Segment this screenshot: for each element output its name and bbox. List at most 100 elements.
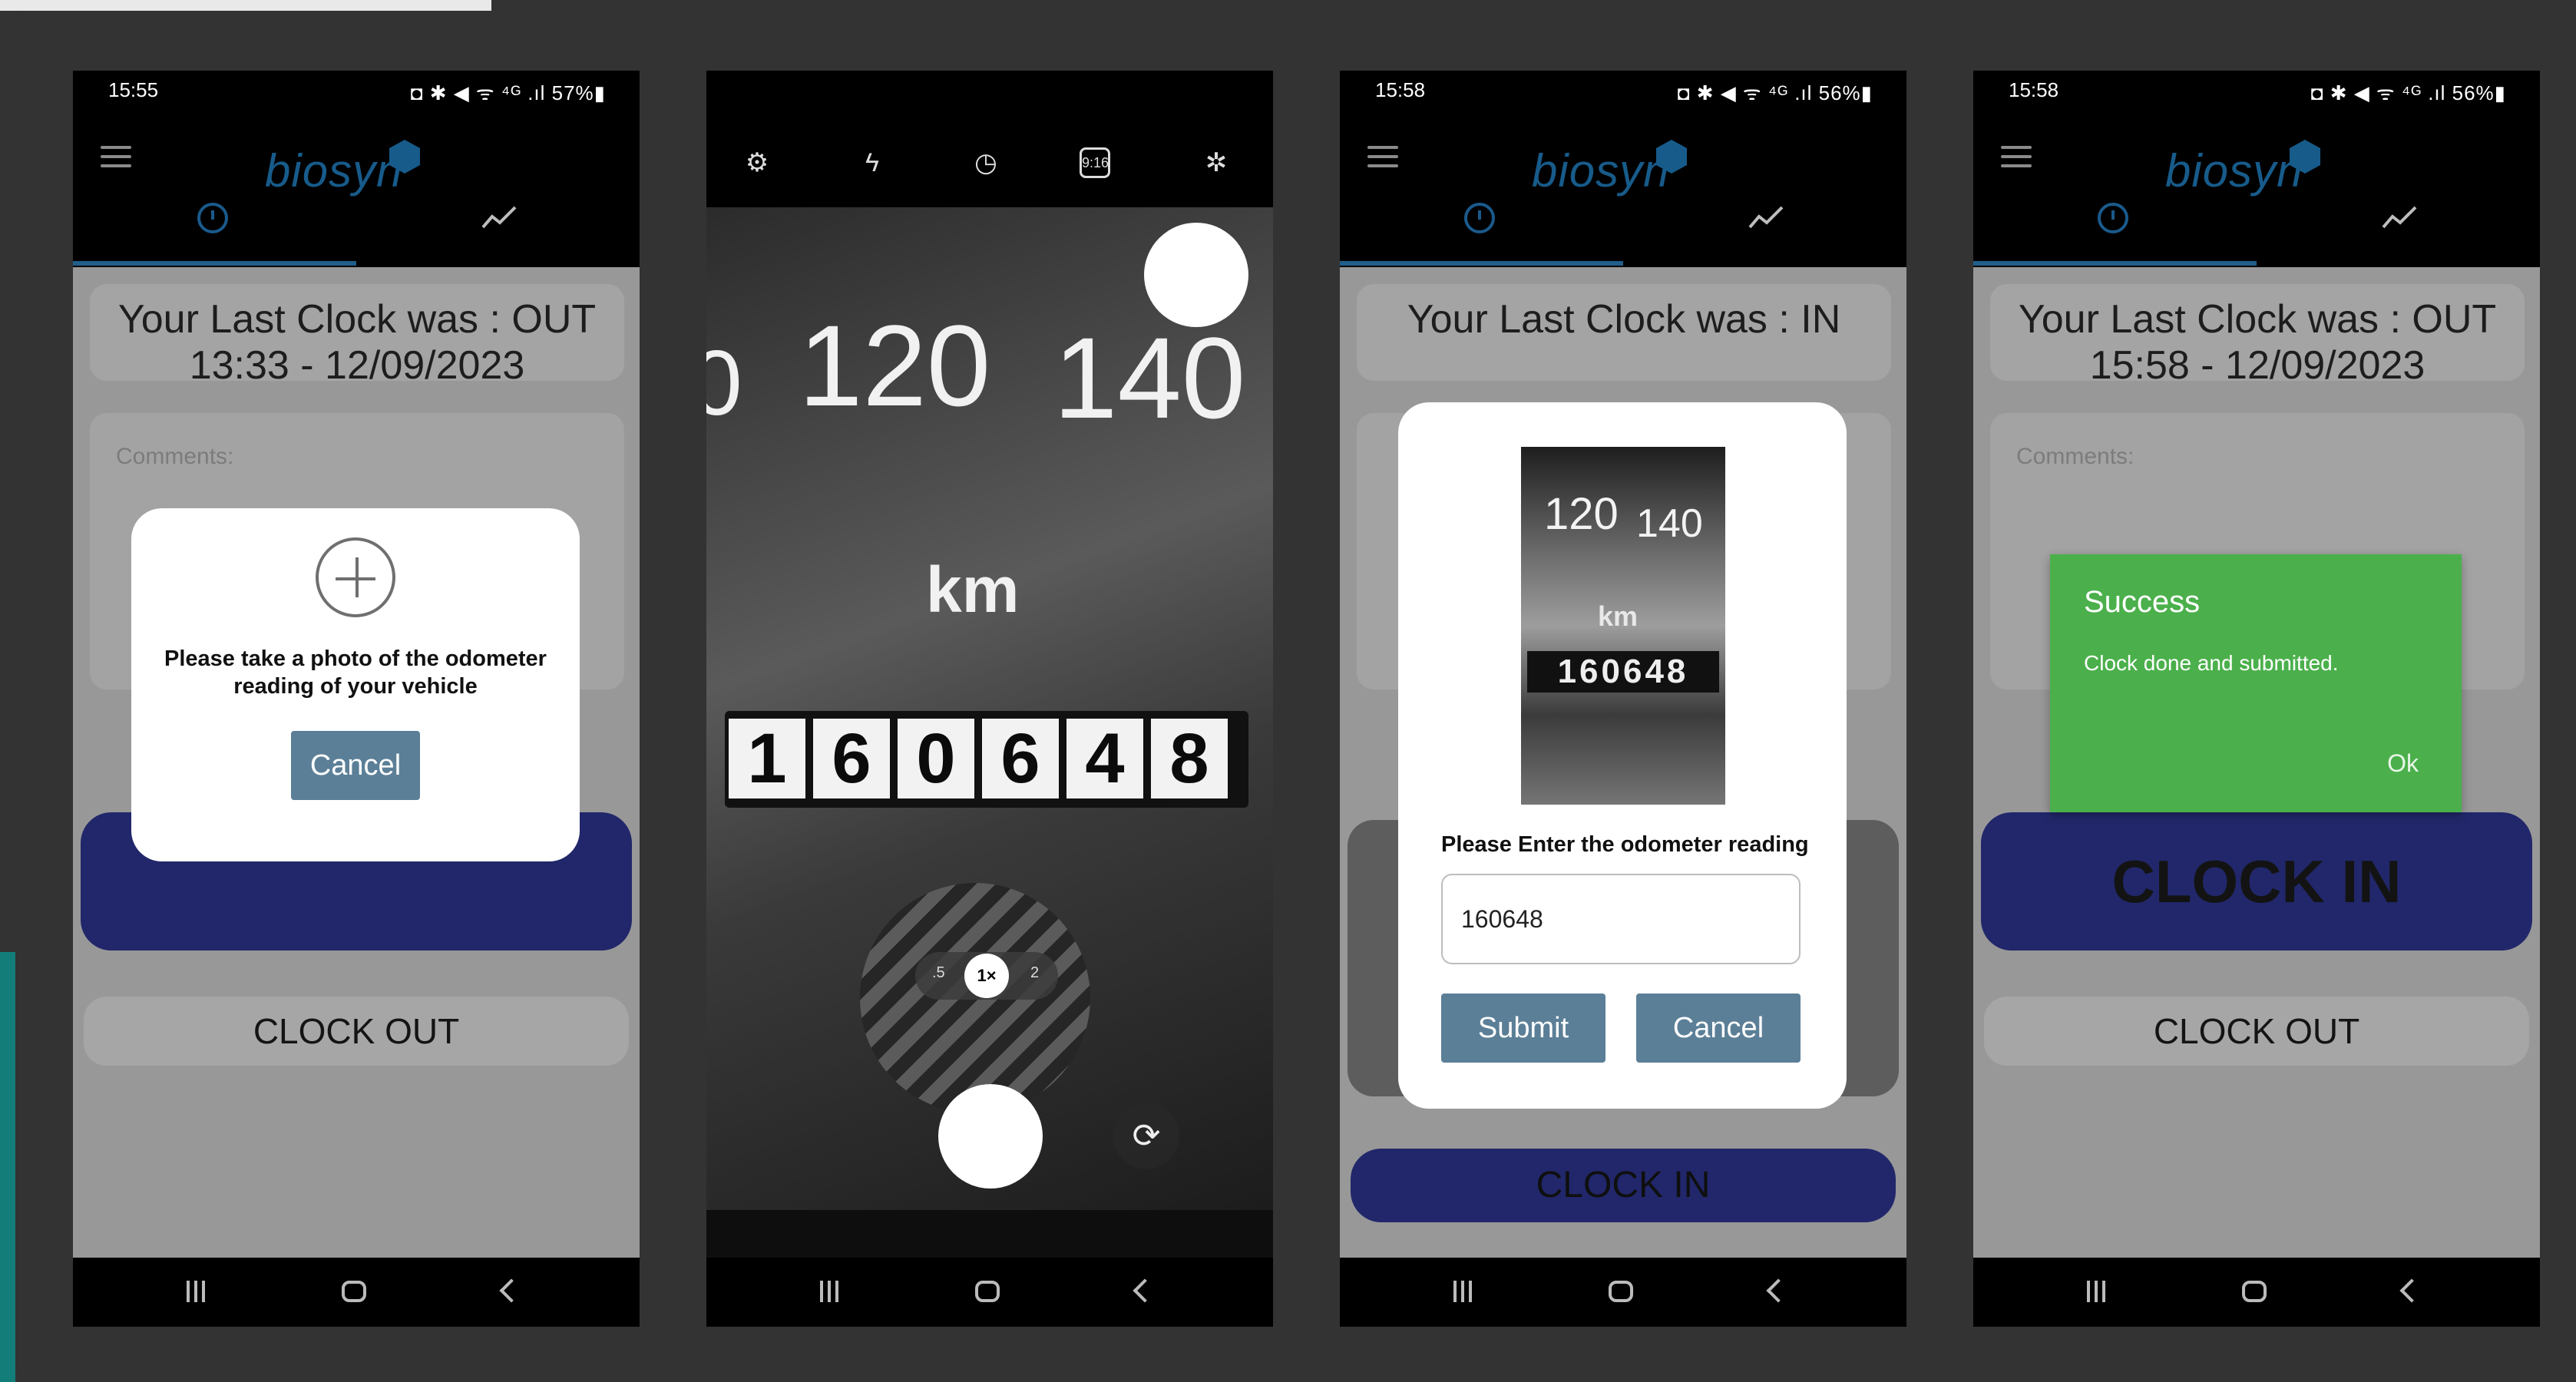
- odometer-digit: 6: [982, 719, 1059, 798]
- status-bar: 15:58 ◘ ✱ ◀ ᯤ ⁴ᴳ .ıl 56%▮: [1340, 71, 1906, 114]
- tab-clock-icon[interactable]: [197, 203, 228, 233]
- home-icon[interactable]: [342, 1281, 366, 1302]
- tab-clock-icon[interactable]: [1464, 203, 1495, 233]
- phone-screen-success: 15:58 ◘ ✱ ◀ ᯤ ⁴ᴳ .ıl 56%▮ biosyn Your La…: [1973, 71, 2540, 1327]
- recent-apps-icon[interactable]: [187, 1281, 210, 1302]
- tab-chart-icon[interactable]: [481, 204, 517, 232]
- success-title: Success: [2084, 585, 2201, 619]
- menu-icon[interactable]: [101, 146, 131, 169]
- photo-number: 140: [1636, 501, 1703, 546]
- odometer-digit: 4: [1066, 719, 1143, 798]
- status-bar: 15:58 ◘ ✱ ◀ ᯤ ⁴ᴳ .ıl 56%▮: [1973, 71, 2540, 114]
- shutter-button[interactable]: [938, 1084, 1043, 1189]
- status-icons: ◘ ✱ ◀ ᯤ ⁴ᴳ .ıl 56%▮: [2310, 81, 2506, 104]
- home-icon[interactable]: [975, 1281, 1000, 1302]
- status-time: 15:55: [108, 78, 159, 101]
- add-photo-icon[interactable]: [316, 537, 395, 617]
- logo-text: biosyn: [2165, 145, 2303, 197]
- comments-placeholder: Comments:: [2016, 444, 2135, 469]
- tab-indicator: [1973, 261, 2257, 266]
- corner-accent: [0, 952, 15, 1382]
- phone-screen-camera: ⚙ ϟ ◷ 9:16 ✲ 0 120 140 km 160648 .5 1× 2…: [706, 71, 1273, 1327]
- cancel-button[interactable]: Cancel: [1636, 994, 1801, 1063]
- last-clock-status: Your Last Clock was : IN: [1407, 297, 1841, 342]
- odometer-digit: 8: [1151, 719, 1228, 798]
- zoom-selector[interactable]: .5 1× 2: [915, 952, 1058, 1000]
- zoom-high[interactable]: 2: [1030, 964, 1039, 982]
- aspect-ratio-icon[interactable]: 9:16: [1080, 147, 1110, 178]
- back-icon[interactable]: [2399, 1278, 2424, 1303]
- zoom-low[interactable]: .5: [932, 964, 945, 982]
- zoom-current[interactable]: 1×: [964, 954, 1009, 998]
- odometer-input[interactable]: 160648: [1441, 874, 1801, 964]
- flash-off-icon[interactable]: ϟ: [857, 147, 888, 178]
- back-icon[interactable]: [1766, 1278, 1791, 1303]
- app-bar: biosyn: [1340, 114, 1906, 267]
- overlay-circle: [1144, 223, 1248, 327]
- photo-number: 120: [1544, 489, 1619, 539]
- status-icons: ◘ ✱ ◀ ᯤ ⁴ᴳ .ıl 56%▮: [1677, 81, 1873, 104]
- clock-in-button[interactable]: CLOCK IN: [1351, 1149, 1896, 1222]
- odometer-photo: 120 140 km 160648: [1521, 447, 1725, 805]
- clock-in-button[interactable]: CLOCK IN: [1981, 812, 2532, 951]
- gauge-number: 120: [799, 301, 991, 430]
- effects-icon[interactable]: ✲: [1201, 147, 1232, 178]
- photo-prompt-dialog: Please take a photo of the odometer read…: [131, 508, 580, 861]
- success-message: Clock done and submitted.: [2084, 651, 2339, 675]
- phone-screen-photo-prompt: 15:55 ◘ ✱ ◀ ᯤ ⁴ᴳ .ıl 57%▮ biosyn Your La…: [73, 71, 640, 1327]
- photo-unit: km: [1598, 600, 1639, 632]
- status-time: 15:58: [2009, 78, 2059, 101]
- last-clock-time: 13:33 - 12/09/2023: [189, 343, 525, 388]
- cancel-button[interactable]: Cancel: [291, 731, 420, 800]
- home-icon[interactable]: [1609, 1281, 1633, 1302]
- nav-bar: [1340, 1258, 1906, 1327]
- tab-clock-icon[interactable]: [2098, 203, 2128, 233]
- last-clock-card: Your Last Clock was : OUT 13:33 - 12/09/…: [90, 284, 624, 388]
- comments-placeholder: Comments:: [116, 444, 234, 469]
- menu-icon[interactable]: [2001, 146, 2032, 169]
- back-icon[interactable]: [499, 1278, 524, 1303]
- dialog-message: Please take a photo of the odometer read…: [164, 646, 547, 699]
- success-dialog: Success Clock done and submitted. Ok: [2050, 554, 2462, 812]
- last-clock-status: Your Last Clock was : OUT: [2018, 297, 2497, 342]
- camera-mode-strip: [706, 1210, 1273, 1258]
- ok-button[interactable]: Ok: [2387, 749, 2419, 778]
- nav-bar: [1973, 1258, 2540, 1327]
- tab-indicator: [1340, 261, 1623, 266]
- menu-icon[interactable]: [1367, 146, 1398, 169]
- corner-background: [0, 0, 491, 11]
- clock-out-button[interactable]: CLOCK OUT: [1984, 997, 2529, 1066]
- recent-apps-icon[interactable]: [820, 1281, 843, 1302]
- odometer-entry-dialog: 120 140 km 160648 Please Enter the odome…: [1398, 402, 1847, 1109]
- flip-camera-icon[interactable]: ⟳: [1113, 1103, 1179, 1169]
- app-logo: biosyn: [2165, 140, 2326, 201]
- last-clock-time: 15:58 - 12/09/2023: [2089, 343, 2426, 388]
- odometer-digit: 6: [813, 719, 890, 798]
- gauge-number: 0: [706, 332, 742, 435]
- back-icon[interactable]: [1133, 1278, 1157, 1303]
- logo-text: biosyn: [1532, 145, 1670, 197]
- clock-out-button[interactable]: CLOCK OUT: [84, 997, 629, 1066]
- odometer-digit: 0: [898, 719, 974, 798]
- submit-button[interactable]: Submit: [1441, 994, 1605, 1063]
- settings-icon[interactable]: ⚙: [742, 147, 772, 178]
- logo-text: biosyn: [265, 145, 403, 197]
- tab-chart-icon[interactable]: [2382, 204, 2417, 232]
- status-time: 15:58: [1375, 78, 1426, 101]
- last-clock-status: Your Last Clock was : OUT: [117, 297, 597, 342]
- app-logo: biosyn: [265, 140, 426, 201]
- phone-screen-odometer-entry: 15:58 ◘ ✱ ◀ ᯤ ⁴ᴳ .ıl 56%▮ biosyn Your La…: [1340, 71, 1906, 1327]
- tab-chart-icon[interactable]: [1748, 204, 1784, 232]
- app-bar: biosyn: [1973, 114, 2540, 267]
- odometer-display: 160648: [725, 711, 1248, 808]
- timer-icon[interactable]: ◷: [971, 147, 1001, 178]
- gauge-number: 140: [1053, 313, 1246, 442]
- recent-apps-icon[interactable]: [1453, 1281, 1476, 1302]
- app-logo: biosyn: [1532, 140, 1693, 201]
- home-icon[interactable]: [2242, 1281, 2267, 1302]
- recent-apps-icon[interactable]: [2087, 1281, 2110, 1302]
- nav-bar: [706, 1258, 1273, 1327]
- camera-viewfinder[interactable]: 0 120 140 km 160648 .5 1× 2: [706, 207, 1273, 1210]
- tab-indicator: [73, 261, 356, 266]
- odometer-digit: 1: [729, 719, 805, 798]
